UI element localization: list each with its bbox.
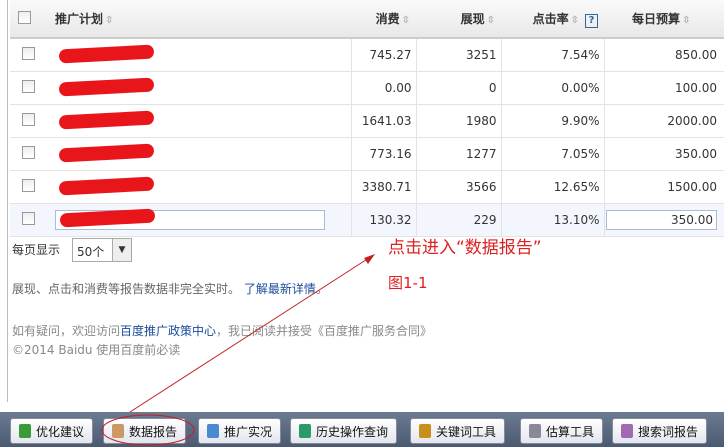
annotation-arrow: [101, 254, 375, 446]
